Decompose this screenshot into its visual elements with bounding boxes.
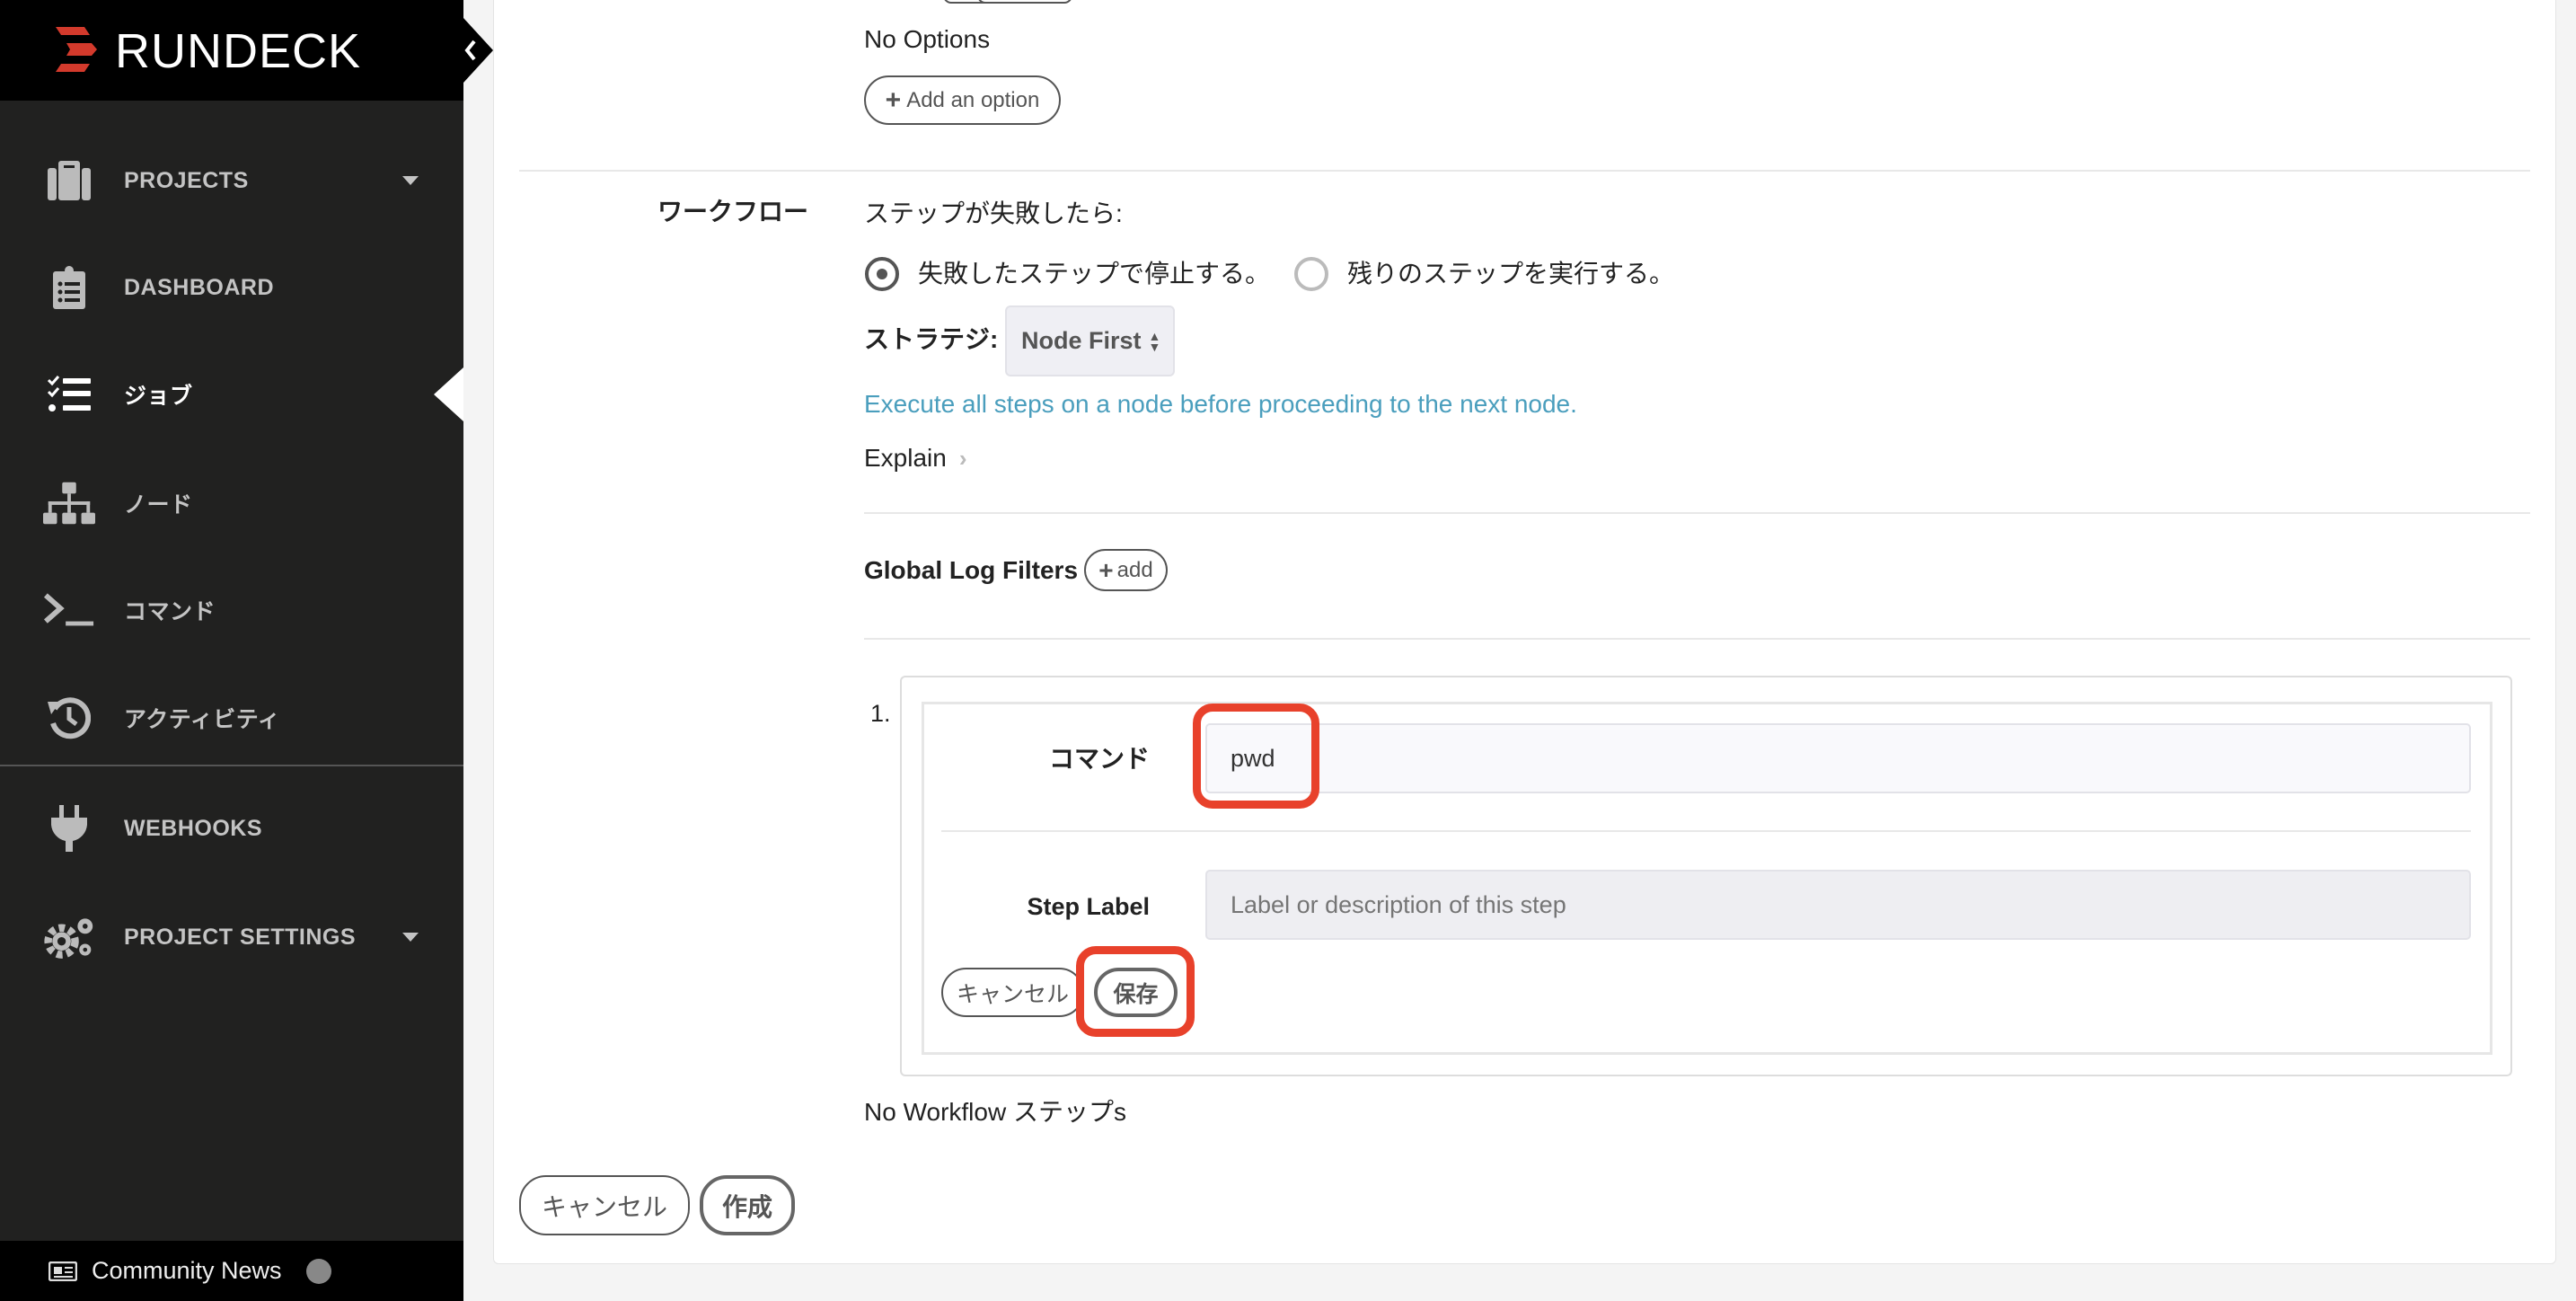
add-log-filter-button[interactable]: + add <box>1084 549 1168 591</box>
sitemap-icon <box>43 477 95 529</box>
rundeck-logo-icon <box>56 27 97 72</box>
command-input[interactable] <box>1205 723 2471 793</box>
no-workflow-steps-text: No Workflow ステップs <box>864 1098 1126 1126</box>
plus-icon: + <box>1098 555 1114 584</box>
task-list-icon <box>43 368 95 420</box>
strategy-help-text: Execute all steps on a node before proce… <box>864 390 1577 418</box>
sidebar-collapse-button[interactable] <box>463 0 493 101</box>
sidebar-item-projects[interactable]: PROJECTS <box>0 145 463 217</box>
highlight-save-button <box>1076 946 1195 1037</box>
sidebar-divider <box>0 765 463 766</box>
plus-icon: + <box>885 84 902 115</box>
community-news-link[interactable]: Community News <box>0 1241 463 1301</box>
plug-icon <box>43 802 95 854</box>
workflow-label: ワークフロー <box>657 198 808 226</box>
no-options-text: No Options <box>864 25 991 53</box>
command-label: コマンド <box>1048 745 1150 773</box>
sidebar-item-webhooks[interactable]: WEBHOOKS <box>0 792 463 864</box>
on-failure-label: ステップが失敗したら: <box>864 199 1123 227</box>
gears-icon <box>43 911 95 963</box>
step-label-input[interactable] <box>1205 870 2471 940</box>
select-arrows-icon: ▲ ▼ <box>1148 328 1161 354</box>
step-number: 1. <box>870 700 891 727</box>
news-status-dot <box>306 1258 331 1284</box>
add-option-button[interactable]: + Add an option <box>864 75 1061 125</box>
explain-toggle[interactable]: Explain › <box>864 444 967 473</box>
active-indicator <box>434 367 463 421</box>
radio-stop-on-failure[interactable] <box>865 257 899 291</box>
caret-down-icon <box>402 176 419 185</box>
divider <box>941 830 2471 832</box>
sidebar-item-jobs[interactable]: ジョブ <box>0 358 463 430</box>
step-label-label: Step Label <box>1027 893 1150 920</box>
logo-bar: RUNDECK <box>0 0 463 101</box>
radio-continue-on-failure[interactable] <box>1294 257 1328 291</box>
step-cancel-button[interactable]: キャンセル <box>941 968 1084 1017</box>
newspaper-icon <box>49 1261 77 1281</box>
sidebar-item-commands[interactable]: コマンド <box>0 574 463 646</box>
history-icon <box>43 692 95 744</box>
caret-down-icon <box>402 933 419 942</box>
divider <box>519 170 2530 172</box>
option-button[interactable] <box>977 0 1072 4</box>
strategy-select[interactable]: Node First ▲ ▼ <box>1005 305 1175 376</box>
briefcase-icon <box>43 155 95 207</box>
clipboard-list-icon <box>43 261 95 314</box>
global-log-filters-label: Global Log Filters <box>864 556 1079 584</box>
sidebar-item-nodes[interactable]: ノード <box>0 467 463 539</box>
sidebar-item-dashboard[interactable]: DASHBOARD <box>0 252 463 323</box>
create-button[interactable]: 作成 <box>700 1175 795 1235</box>
strategy-label: ストラテジ: <box>864 325 999 353</box>
radio-continue-label[interactable]: 残りのステップを実行する。 <box>1347 261 1674 287</box>
highlight-command-input <box>1193 704 1319 809</box>
logo-text: RUNDECK <box>115 24 362 78</box>
divider <box>864 512 2530 514</box>
cancel-button[interactable]: キャンセル <box>519 1175 690 1235</box>
sidebar-item-activity[interactable]: アクティビティ <box>0 682 463 754</box>
chevron-right-icon: › <box>958 444 967 472</box>
divider <box>864 638 2530 640</box>
radio-stop-label[interactable]: 失敗したステップで停止する。 <box>918 261 1270 287</box>
sidebar-item-project-settings[interactable]: PROJECT SETTINGS <box>0 901 463 973</box>
terminal-icon <box>43 584 95 636</box>
